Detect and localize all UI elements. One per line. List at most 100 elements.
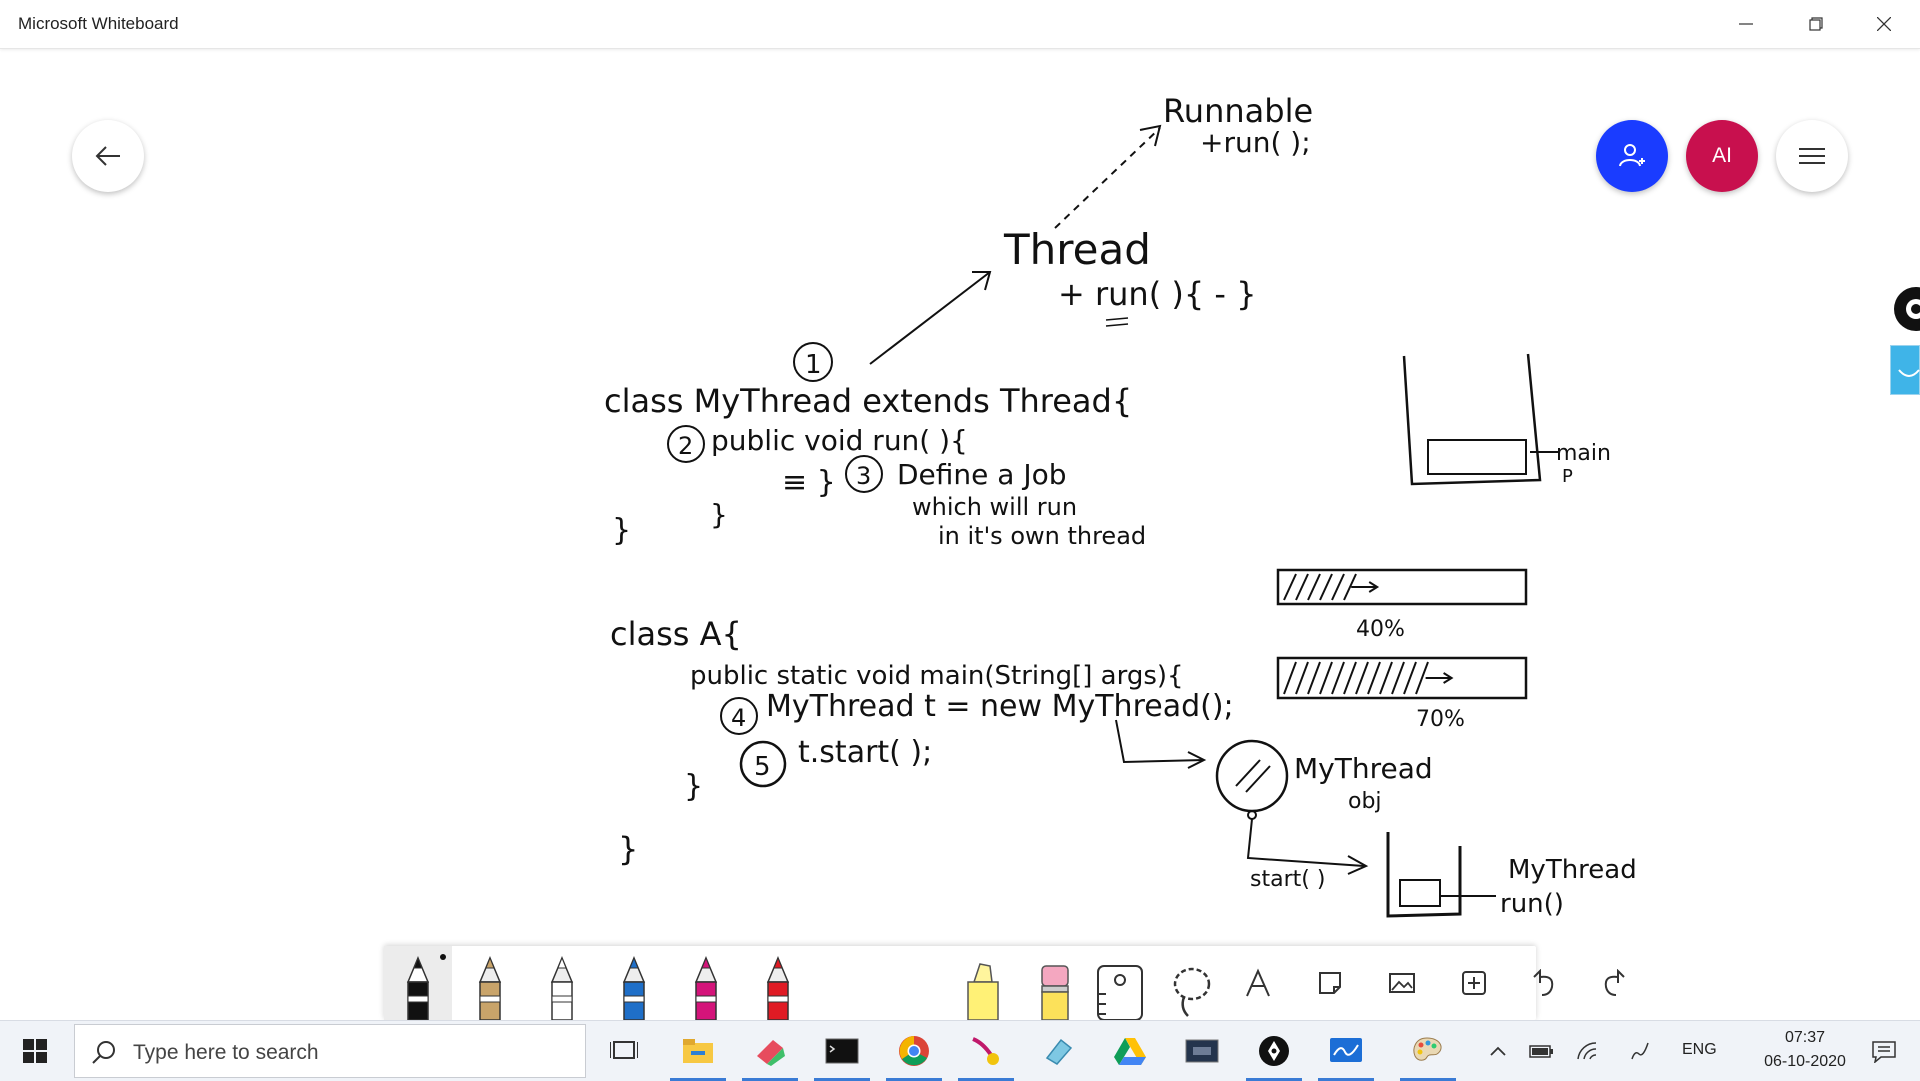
ink-line2: public void run( ){ bbox=[711, 424, 968, 457]
pen-nib-app-icon bbox=[1259, 1036, 1289, 1066]
taskbar-chrome[interactable] bbox=[878, 1021, 950, 1081]
ink-step5: 5 bbox=[754, 752, 771, 782]
red-pen-tool[interactable] bbox=[744, 946, 812, 1020]
progress-hatch bbox=[1283, 661, 1297, 695]
ink-layer: Runnable +run( ); Thread + run( ){ - } 1… bbox=[604, 92, 1637, 919]
note-tool[interactable] bbox=[1296, 946, 1364, 1020]
whiteboard-app-icon bbox=[1330, 1038, 1362, 1062]
ink-progress1-label: 40% bbox=[1356, 617, 1405, 642]
redo-icon bbox=[1604, 969, 1625, 996]
progress-hatch bbox=[1307, 573, 1321, 601]
window-title: Microsoft Whiteboard bbox=[18, 14, 179, 33]
restore-button[interactable] bbox=[1782, 0, 1850, 48]
ink-stack-label: main bbox=[1556, 441, 1611, 466]
ink-start-arrow bbox=[1246, 818, 1365, 867]
magenta-pen-tool[interactable] bbox=[672, 946, 740, 1020]
ink-main-line: public static void main(String[] args){ bbox=[690, 661, 1184, 691]
progress-hatch bbox=[1343, 661, 1357, 695]
pen-icon bbox=[406, 956, 430, 1020]
ruler-icon bbox=[1097, 965, 1143, 1020]
close-button[interactable] bbox=[1850, 0, 1918, 48]
minimize-icon bbox=[1739, 23, 1753, 25]
search-icon bbox=[92, 1041, 115, 1064]
taskbar-search-box[interactable]: Type here to search bbox=[74, 1024, 586, 1078]
notification-center[interactable] bbox=[1848, 1021, 1920, 1081]
mysql-icon bbox=[1185, 1039, 1219, 1063]
progress-hatch bbox=[1295, 661, 1309, 695]
taskbar-google-drive[interactable] bbox=[1094, 1021, 1166, 1081]
undo-button[interactable] bbox=[1510, 946, 1578, 1020]
ink-line-new: MyThread t = new MyThread(); bbox=[766, 689, 1234, 724]
ink-start-label: start( ) bbox=[1250, 867, 1325, 892]
show-hidden-icons[interactable] bbox=[1478, 1021, 1518, 1081]
highlighter-tool[interactable] bbox=[948, 946, 1016, 1020]
whiteboard-canvas[interactable]: AI Runnable +run( ); Thread + run( ){ - … bbox=[0, 49, 1920, 1019]
pen-icon bbox=[622, 956, 646, 1020]
input-language[interactable]: ENG bbox=[1682, 1041, 1717, 1059]
task-view-icon bbox=[610, 1041, 638, 1059]
ink-step1: 1 bbox=[805, 350, 822, 380]
paint-palette-icon bbox=[1413, 1037, 1442, 1061]
eraser-tool[interactable] bbox=[1020, 946, 1088, 1020]
progress-hatch bbox=[1355, 661, 1369, 695]
ruler-tool[interactable] bbox=[1086, 946, 1154, 1020]
taskbar-command-prompt[interactable] bbox=[806, 1021, 878, 1081]
lasso-tool[interactable] bbox=[1158, 946, 1226, 1020]
search-placeholder: Type here to search bbox=[133, 1041, 319, 1064]
minimize-button[interactable] bbox=[1712, 0, 1780, 48]
taskbar-mysql[interactable] bbox=[1166, 1021, 1238, 1081]
ink-stack2-label1: MyThread bbox=[1508, 855, 1637, 885]
clock-time[interactable]: 07:37 bbox=[1760, 1029, 1850, 1047]
taskbar-eraser-app[interactable] bbox=[1022, 1021, 1094, 1081]
black-pen-tool[interactable] bbox=[384, 946, 452, 1020]
text-icon bbox=[1246, 968, 1270, 997]
pen-icon bbox=[694, 956, 718, 1020]
undo-icon bbox=[1533, 969, 1554, 996]
taskbar-whiteboard[interactable] bbox=[1310, 1021, 1382, 1081]
progress-hatch bbox=[1367, 661, 1381, 695]
ink-runnable-method: +run( ); bbox=[1200, 126, 1311, 159]
ink-runnable-name: Runnable bbox=[1163, 92, 1313, 130]
start-button[interactable] bbox=[0, 1021, 70, 1081]
redo-button[interactable] bbox=[1580, 946, 1648, 1020]
image-tool[interactable] bbox=[1368, 946, 1436, 1020]
ink-step2: 2 bbox=[678, 432, 693, 460]
progress-hatch bbox=[1331, 661, 1345, 695]
text-tool[interactable] bbox=[1224, 946, 1292, 1020]
progress-hatch bbox=[1331, 573, 1345, 601]
pen-icon bbox=[550, 956, 574, 1020]
windows-logo-icon bbox=[23, 1039, 47, 1063]
notification-icon bbox=[1872, 1041, 1896, 1063]
ink-progress-bar-40 bbox=[1276, 568, 1528, 606]
task-view-button[interactable] bbox=[588, 1021, 660, 1081]
lasso-icon bbox=[1173, 967, 1211, 1017]
ink-line3-prefix: ≡ } bbox=[782, 465, 836, 500]
ink-obj-label1: MyThread bbox=[1294, 752, 1433, 785]
ink-brace-b: } bbox=[612, 513, 631, 548]
feather-icon bbox=[972, 1037, 999, 1065]
taskbar-pen-app[interactable] bbox=[1238, 1021, 1310, 1081]
battery-status[interactable] bbox=[1522, 1021, 1562, 1081]
taskbar-feather-app[interactable] bbox=[950, 1021, 1022, 1081]
white-pen-tool[interactable] bbox=[528, 946, 596, 1020]
blue-pen-tool[interactable] bbox=[600, 946, 668, 1020]
gold-pen-tool[interactable] bbox=[456, 946, 524, 1020]
taskbar-snip-app[interactable] bbox=[734, 1021, 806, 1081]
ink-progress-bar-70 bbox=[1276, 656, 1528, 700]
snip-sketch-icon bbox=[757, 1040, 785, 1066]
taskbar-file-explorer[interactable] bbox=[662, 1021, 734, 1081]
ink-stack2-label2: run() bbox=[1500, 889, 1564, 919]
taskbar-paint[interactable] bbox=[1392, 1021, 1464, 1081]
ink-line-start: t.start( ); bbox=[798, 735, 932, 770]
ink-object-circle bbox=[1215, 739, 1289, 813]
close-icon bbox=[1877, 17, 1891, 31]
battery-icon bbox=[1529, 1045, 1553, 1058]
pen-menu[interactable] bbox=[1620, 1021, 1660, 1081]
pen-icon bbox=[478, 956, 502, 1020]
ink-line3: Define a Job bbox=[897, 458, 1067, 491]
insert-tool[interactable] bbox=[1440, 946, 1508, 1020]
progress-hatch bbox=[1283, 573, 1297, 601]
ink-brace-c: } bbox=[684, 769, 703, 804]
progress-hatch bbox=[1379, 661, 1393, 695]
network-status[interactable] bbox=[1568, 1021, 1608, 1081]
